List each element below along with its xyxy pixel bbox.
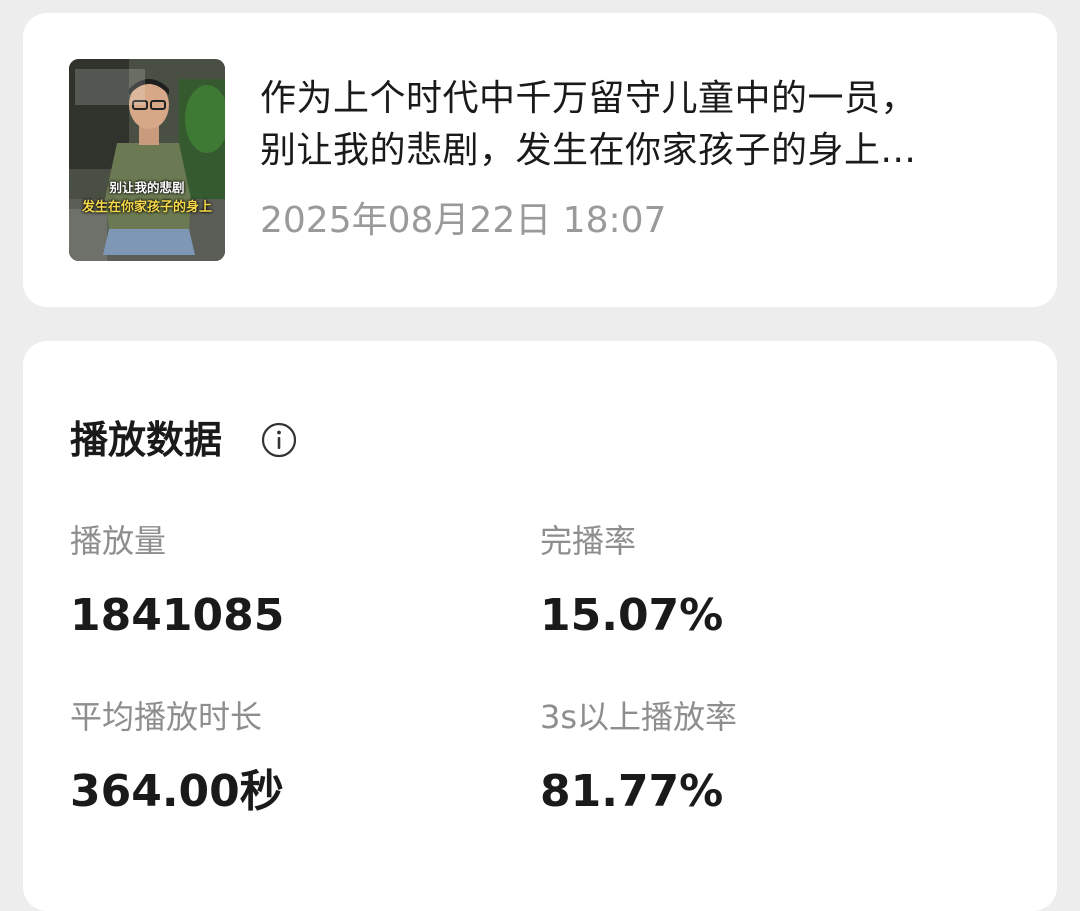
playback-stats-card: 播放数据 播放量 1841085 完播率 15.07% 平均播放时长 364.0… [23, 341, 1057, 911]
metric-play-count: 播放量 1841085 [70, 521, 510, 643]
thumbnail-caption-line2: 发生在你家孩子的身上 [81, 200, 212, 215]
metric-value: 81.77% [540, 766, 724, 817]
video-publish-date: 2025年08月22日 18:07 [260, 200, 667, 241]
section-title: 播放数据 [70, 418, 223, 462]
video-thumbnail[interactable]: 别让我的悲剧 发生在你家孩子的身上 [69, 59, 225, 261]
metric-label: 播放量 [70, 522, 167, 560]
info-circle-icon[interactable] [261, 422, 297, 458]
metric-value: 1841085 [70, 590, 285, 641]
metric-completion-rate: 完播率 15.07% [540, 521, 980, 643]
video-card[interactable]: 别让我的悲剧 发生在你家孩子的身上 作为上个时代中千万留守儿童中的一员， 别让我… [23, 13, 1057, 307]
video-title-line2: 别让我的悲剧，发生在你家孩子的身上... [260, 130, 917, 171]
metric-value: 364.00秒 [70, 766, 284, 817]
metric-value: 15.07% [540, 590, 724, 641]
thumbnail-image [69, 59, 225, 261]
metric-label: 3s以上播放率 [540, 698, 738, 736]
metric-label: 平均播放时长 [70, 698, 263, 736]
thumbnail-caption-line1: 别让我的悲剧 [109, 180, 185, 195]
metric-3s-play-rate: 3s以上播放率 81.77% [540, 697, 980, 819]
metric-average-watch-time: 平均播放时长 364.00秒 [70, 697, 510, 819]
video-title[interactable]: 作为上个时代中千万留守儿童中的一员， 别让我的悲剧，发生在你家孩子的身上... [260, 73, 1040, 177]
video-title-line1: 作为上个时代中千万留守儿童中的一员， [260, 78, 918, 119]
metric-label: 完播率 [540, 522, 637, 560]
